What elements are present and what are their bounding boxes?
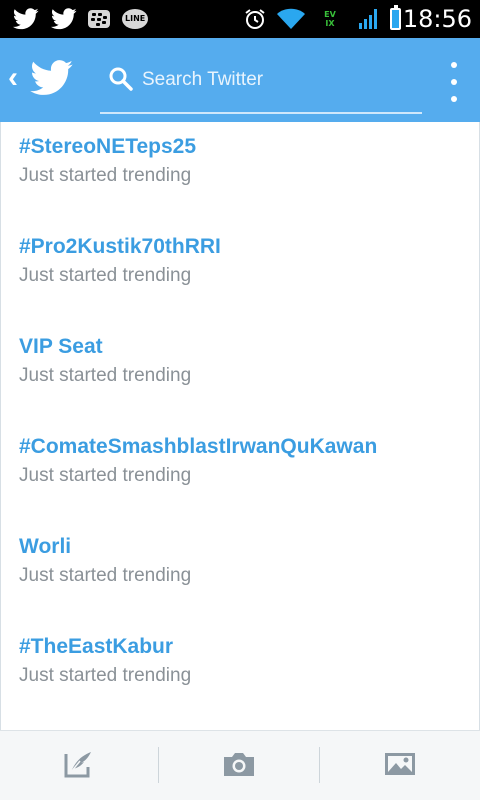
alarm-icon [242,6,268,32]
trend-item[interactable]: Worli Just started trending [19,534,459,624]
back-button[interactable]: ‹ [8,60,18,96]
overflow-menu-icon[interactable] [442,62,466,102]
search-input[interactable] [142,66,412,94]
trend-name: #StereoNETeps25 [19,135,197,158]
trend-item[interactable]: #ComateSmashblastIrwanQuKawan Just start… [19,434,459,524]
camera-icon [222,750,256,783]
trend-subtitle: Just started trending [19,565,192,586]
battery-charging-icon [386,5,404,32]
camera-button[interactable] [160,731,318,801]
bbm-icon [87,6,111,32]
search-icon [108,66,134,92]
trend-name: #ComateSmashblastIrwanQuKawan [19,435,378,458]
twitter-notification-icon [50,6,78,32]
trend-subtitle: Just started trending [19,665,192,686]
trend-item[interactable]: #TheEastKabur Just started trending [19,634,459,724]
trend-subtitle: Just started trending [19,165,192,186]
image-gallery-icon [383,750,417,783]
data-ix-label: IX [325,19,335,28]
status-time: 18:56 [402,5,472,33]
trend-item[interactable]: #StereoNETeps25 Just started trending [19,134,459,224]
trend-subtitle: Just started trending [19,465,192,486]
trend-item[interactable]: #Pro2Kustik70thRRI Just started trending [19,234,459,324]
data-icon: EV IX [314,6,346,32]
toolbar-divider [158,747,159,783]
line-icon: LINE [122,6,148,32]
signal-icon [356,6,380,32]
status-bar: LINE EV IX 18:56 [0,0,480,38]
image-gallery-button[interactable] [321,731,479,801]
trend-item[interactable]: VIP Seat Just started trending [19,334,459,424]
toolbar-divider [319,747,320,783]
compose-tweet-button[interactable] [0,731,158,801]
line-icon-label: LINE [125,14,146,23]
trend-subtitle: Just started trending [19,365,192,386]
trend-name: #TheEastKabur [19,635,174,658]
wifi-icon [276,6,306,32]
trend-subtitle: Just started trending [19,265,192,286]
trend-name: #Pro2Kustik70thRRI [19,235,221,258]
action-bar: ‹ [0,38,480,122]
twitter-notification-icon [12,6,40,32]
data-ev-label: EV [324,10,336,19]
bottom-toolbar [0,730,480,800]
trend-name: VIP Seat [19,335,103,358]
search-box[interactable] [100,62,422,114]
twitter-bird-icon[interactable] [30,60,74,96]
trends-list: #StereoNETeps25 Just started trending #P… [0,122,480,730]
compose-tweet-icon [63,748,95,785]
trend-name: Worli [19,535,72,558]
